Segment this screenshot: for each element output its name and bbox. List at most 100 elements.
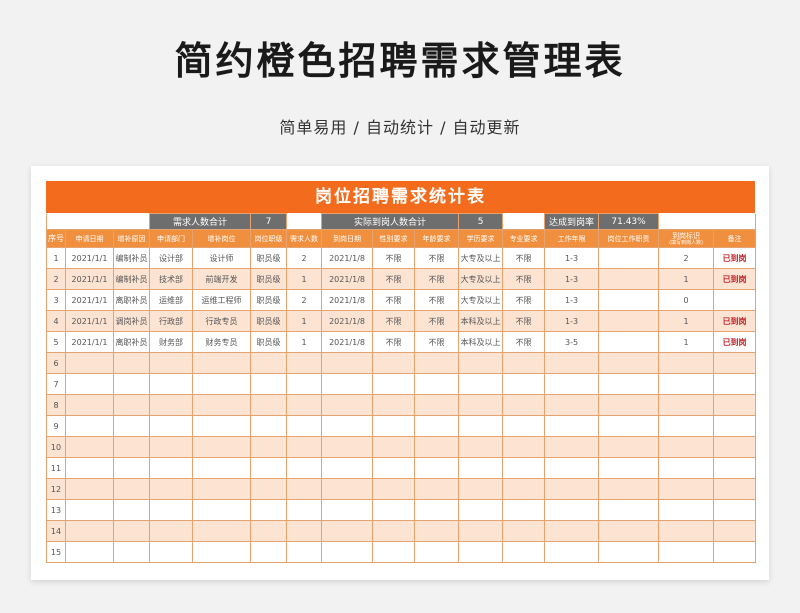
cell-years[interactable] xyxy=(544,352,600,374)
cell-arrive[interactable] xyxy=(321,352,374,374)
cell-note[interactable] xyxy=(713,289,757,311)
cell-reason[interactable]: 编制补员 xyxy=(112,268,151,290)
cell-arrive[interactable] xyxy=(321,478,374,500)
cell-edu[interactable] xyxy=(458,373,504,395)
cell-level[interactable] xyxy=(250,520,288,542)
cell-need[interactable]: 2 xyxy=(286,247,323,269)
cell-seq[interactable]: 15 xyxy=(46,541,66,563)
cell-need[interactable] xyxy=(286,499,323,521)
cell-gender[interactable]: 不限 xyxy=(372,310,416,332)
cell-flag[interactable] xyxy=(658,436,715,458)
cell-date[interactable] xyxy=(65,436,114,458)
cell-years[interactable]: 1-3 xyxy=(544,268,600,290)
cell-need[interactable]: 1 xyxy=(286,310,323,332)
cell-level[interactable] xyxy=(250,415,288,437)
cell-age[interactable] xyxy=(414,394,460,416)
cell-duty[interactable] xyxy=(598,541,660,563)
cell-major[interactable]: 不限 xyxy=(502,289,546,311)
cell-arrive[interactable] xyxy=(321,415,374,437)
cell-major[interactable]: 不限 xyxy=(502,310,546,332)
cell-age[interactable] xyxy=(414,541,460,563)
cell-seq[interactable]: 13 xyxy=(46,499,66,521)
cell-gender[interactable] xyxy=(372,457,416,479)
cell-date[interactable] xyxy=(65,478,114,500)
cell-seq[interactable]: 1 xyxy=(46,247,66,269)
cell-note[interactable] xyxy=(713,373,757,395)
cell-seq[interactable]: 8 xyxy=(46,394,66,416)
cell-dept[interactable] xyxy=(149,373,194,395)
cell-age[interactable] xyxy=(414,373,460,395)
cell-level[interactable] xyxy=(250,457,288,479)
cell-seq[interactable]: 7 xyxy=(46,373,66,395)
cell-dept[interactable]: 行政部 xyxy=(149,310,194,332)
cell-major[interactable] xyxy=(502,541,546,563)
cell-edu[interactable] xyxy=(458,436,504,458)
cell-flag[interactable] xyxy=(658,373,715,395)
cell-pos[interactable]: 财务专员 xyxy=(192,331,252,353)
cell-dept[interactable] xyxy=(149,520,194,542)
cell-need[interactable] xyxy=(286,436,323,458)
cell-duty[interactable] xyxy=(598,457,660,479)
cell-level[interactable]: 职员级 xyxy=(250,247,288,269)
cell-major[interactable] xyxy=(502,352,546,374)
cell-edu[interactable] xyxy=(458,520,504,542)
cell-note[interactable]: 已到岗 xyxy=(713,310,757,332)
cell-arrive[interactable] xyxy=(321,373,374,395)
cell-gender[interactable]: 不限 xyxy=(372,331,416,353)
cell-dept[interactable] xyxy=(149,352,194,374)
cell-major[interactable] xyxy=(502,478,546,500)
cell-reason[interactable] xyxy=(112,373,151,395)
cell-years[interactable] xyxy=(544,373,600,395)
cell-seq[interactable]: 2 xyxy=(46,268,66,290)
cell-years[interactable]: 1-3 xyxy=(544,247,600,269)
cell-dept[interactable] xyxy=(149,394,194,416)
cell-reason[interactable] xyxy=(112,394,151,416)
cell-duty[interactable] xyxy=(598,499,660,521)
cell-dept[interactable]: 技术部 xyxy=(149,268,194,290)
cell-date[interactable]: 2021/1/1 xyxy=(65,289,114,311)
cell-note[interactable] xyxy=(713,394,757,416)
cell-reason[interactable] xyxy=(112,520,151,542)
cell-note[interactable] xyxy=(713,541,757,563)
cell-flag[interactable] xyxy=(658,352,715,374)
cell-level[interactable] xyxy=(250,373,288,395)
cell-level[interactable]: 职员级 xyxy=(250,289,288,311)
cell-gender[interactable] xyxy=(372,499,416,521)
cell-arrive[interactable] xyxy=(321,394,374,416)
cell-years[interactable] xyxy=(544,457,600,479)
cell-gender[interactable] xyxy=(372,541,416,563)
cell-level[interactable] xyxy=(250,499,288,521)
cell-age[interactable]: 不限 xyxy=(414,247,460,269)
cell-need[interactable]: 1 xyxy=(286,331,323,353)
cell-duty[interactable] xyxy=(598,310,660,332)
cell-edu[interactable]: 本科及以上 xyxy=(458,331,504,353)
cell-edu[interactable] xyxy=(458,457,504,479)
cell-major[interactable] xyxy=(502,373,546,395)
cell-note[interactable] xyxy=(713,499,757,521)
cell-note[interactable] xyxy=(713,520,757,542)
cell-arrive[interactable]: 2021/1/8 xyxy=(321,310,374,332)
cell-flag[interactable]: 1 xyxy=(658,331,715,353)
cell-years[interactable] xyxy=(544,499,600,521)
cell-years[interactable] xyxy=(544,415,600,437)
cell-date[interactable]: 2021/1/1 xyxy=(65,331,114,353)
cell-level[interactable] xyxy=(250,394,288,416)
cell-need[interactable] xyxy=(286,520,323,542)
cell-duty[interactable] xyxy=(598,478,660,500)
cell-seq[interactable]: 10 xyxy=(46,436,66,458)
cell-arrive[interactable]: 2021/1/8 xyxy=(321,247,374,269)
cell-major[interactable] xyxy=(502,415,546,437)
cell-date[interactable] xyxy=(65,373,114,395)
cell-age[interactable] xyxy=(414,520,460,542)
cell-duty[interactable] xyxy=(598,394,660,416)
cell-dept[interactable]: 运维部 xyxy=(149,289,194,311)
cell-gender[interactable] xyxy=(372,352,416,374)
cell-edu[interactable]: 大专及以上 xyxy=(458,289,504,311)
cell-reason[interactable] xyxy=(112,415,151,437)
cell-duty[interactable] xyxy=(598,331,660,353)
cell-flag[interactable]: 1 xyxy=(658,268,715,290)
cell-pos[interactable] xyxy=(192,373,252,395)
cell-seq[interactable]: 5 xyxy=(46,331,66,353)
cell-years[interactable] xyxy=(544,478,600,500)
cell-dept[interactable]: 设计部 xyxy=(149,247,194,269)
